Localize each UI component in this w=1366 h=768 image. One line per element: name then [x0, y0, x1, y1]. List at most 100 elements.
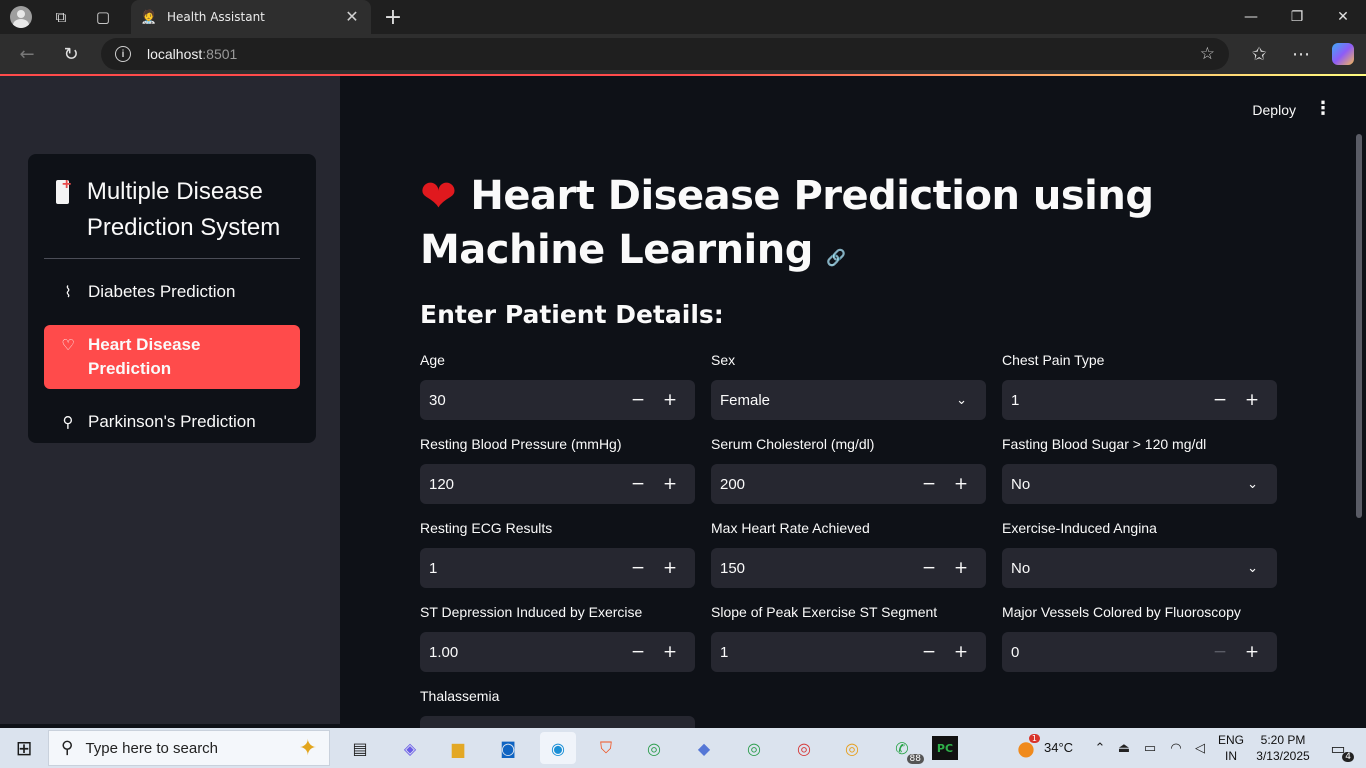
language-line-2: IN [1225, 749, 1237, 763]
decrement-icon[interactable]: − [622, 558, 654, 578]
favorites-icon[interactable]: ✩ [1244, 40, 1274, 68]
decrement-icon[interactable]: − [913, 642, 945, 662]
resting-bp-input[interactable]: 120 − + [420, 464, 695, 504]
clock[interactable]: 5:20 PM 3/13/2025 [1250, 732, 1316, 764]
tab-close-icon[interactable]: ✕ [343, 7, 361, 27]
language-indicator[interactable]: ENG IN [1214, 732, 1248, 764]
increment-icon[interactable]: + [945, 474, 977, 494]
increment-icon[interactable]: + [945, 642, 977, 662]
fasting-sugar-select[interactable]: No ⌄ [1002, 464, 1277, 504]
browser-tab-bar: ⧉ ▢ 🧑‍⚕️ Health Assistant ✕ + — ❐ ✕ [0, 0, 1366, 34]
edge-icon[interactable]: ◉ [540, 732, 576, 764]
taskbar-search[interactable]: ⚲ Type here to search ✦ [48, 730, 330, 766]
cholesterol-field: Serum Cholesterol (mg/dl) 200 − + [711, 436, 986, 504]
sidebar-item-parkinsons[interactable]: ⚲ Parkinson's Prediction [44, 397, 300, 447]
sidebar-item-diabetes[interactable]: ⌇ Diabetes Prediction [44, 267, 300, 317]
resting-ecg-field: Resting ECG Results 1 − + [420, 520, 695, 588]
field-label: Fasting Blood Sugar > 120 mg/dl [1002, 436, 1207, 452]
increment-icon[interactable]: + [654, 474, 686, 494]
show-hidden-icons-icon[interactable]: ⌃ [1088, 732, 1112, 764]
file-explorer-icon[interactable]: ▆ [440, 732, 476, 764]
browser-nav-bar: ← ↻ i localhost:8501 ☆ ✩ ⋯ [0, 34, 1366, 74]
st-depression-input[interactable]: 1.00 − + [420, 632, 695, 672]
browser-tab[interactable]: 🧑‍⚕️ Health Assistant ✕ [131, 0, 371, 34]
increment-icon[interactable]: + [654, 390, 686, 410]
microsoft365-icon[interactable]: ◆ [686, 732, 722, 764]
close-window-icon[interactable]: ✕ [1320, 0, 1366, 34]
windows-taskbar: ⊞ ⚲ Type here to search ✦ ▤ ◈ ▆ ◙ ◉ ⛉ ◎ … [0, 728, 1366, 768]
back-icon[interactable]: ← [12, 40, 42, 68]
whatsapp-badge: 88 [906, 754, 924, 764]
exercise-angina-select[interactable]: No ⌄ [1002, 548, 1277, 588]
field-label: Sex [711, 352, 736, 368]
fasting-sugar-field: Fasting Blood Sugar > 120 mg/dl No ⌄ [1002, 436, 1277, 504]
anchor-link-icon[interactable]: 🔗 [826, 248, 846, 267]
cholesterol-input[interactable]: 200 − + [711, 464, 986, 504]
usb-icon[interactable]: ⏏ [1112, 732, 1136, 764]
decrement-icon[interactable]: − [1204, 390, 1236, 410]
st-slope-input[interactable]: 1 − + [711, 632, 986, 672]
decrement-icon[interactable]: − [622, 642, 654, 662]
copilot-icon[interactable] [1328, 40, 1358, 68]
increment-icon[interactable]: + [1236, 390, 1268, 410]
new-tab-icon[interactable]: + [380, 5, 406, 30]
deploy-button[interactable]: Deploy [1252, 102, 1296, 118]
field-value: 30 [429, 391, 446, 409]
max-heart-rate-field: Max Heart Rate Achieved 150 − + [711, 520, 986, 588]
restore-icon[interactable]: ❐ [1274, 0, 1320, 34]
windows-start-icon[interactable]: ⊞ [6, 732, 42, 764]
chest-pain-input[interactable]: 1 − + [1002, 380, 1277, 420]
major-vessels-input[interactable]: 0 − + [1002, 632, 1277, 672]
task-view-icon[interactable]: ▤ [342, 732, 378, 764]
minimize-icon[interactable]: — [1228, 0, 1274, 34]
decrement-icon[interactable]: − [622, 474, 654, 494]
increment-icon[interactable]: + [654, 558, 686, 578]
sex-select[interactable]: Female ⌄ [711, 380, 986, 420]
chrome-profile-s-icon[interactable]: ◎ [736, 732, 772, 764]
outlook-icon[interactable]: ◙ [490, 732, 526, 764]
option-menu: Multiple Disease Prediction System ⌇ Dia… [28, 154, 316, 443]
tab-actions-icon[interactable]: ▢ [90, 5, 116, 29]
favorite-star-icon[interactable]: ☆ [1200, 44, 1215, 64]
chrome-profile-s3-icon[interactable]: ◎ [834, 732, 870, 764]
field-value: 1.00 [429, 643, 459, 661]
field-value: 1 [1011, 391, 1020, 409]
decrement-icon[interactable]: − [622, 390, 654, 410]
field-value: 200 [720, 475, 746, 493]
increment-icon[interactable]: + [654, 642, 686, 662]
whatsapp-icon[interactable]: ✆ 88 [884, 732, 924, 764]
workspaces-icon[interactable]: ⧉ [48, 5, 74, 29]
volume-icon[interactable]: ◁ [1188, 732, 1212, 764]
field-label: Max Heart Rate Achieved [711, 520, 870, 536]
page-title-text: Heart Disease Prediction using Machine L… [420, 173, 1154, 273]
chrome-icon[interactable]: ◎ [636, 732, 672, 764]
brave-icon[interactable]: ⛉ [588, 732, 624, 764]
chrome-profile-s2-icon[interactable]: ◎ [786, 732, 822, 764]
address-bar[interactable]: i localhost:8501 ☆ [101, 38, 1229, 70]
wifi-icon[interactable]: ◠ [1164, 732, 1188, 764]
decrement-icon[interactable]: − [913, 558, 945, 578]
sidebar-item-label: Heart Disease Prediction [88, 335, 201, 378]
max-heart-rate-input[interactable]: 150 − + [711, 548, 986, 588]
resting-ecg-input[interactable]: 1 − + [420, 548, 695, 588]
chevron-down-icon: ⌄ [956, 392, 967, 408]
increment-icon[interactable]: + [945, 558, 977, 578]
scrollbar[interactable] [1356, 134, 1362, 518]
increment-icon[interactable]: + [1236, 642, 1268, 662]
field-value: No [1011, 475, 1031, 493]
profile-avatar-icon[interactable] [8, 5, 34, 29]
st-depression-field: ST Depression Induced by Exercise 1.00 −… [420, 604, 695, 672]
weather-icon[interactable]: ● 1 [1008, 732, 1044, 764]
more-options-icon[interactable]: ⋯ [1286, 40, 1316, 68]
battery-icon[interactable]: ▭ [1138, 732, 1162, 764]
site-info-icon[interactable]: i [115, 46, 131, 62]
decrement-icon[interactable]: − [913, 474, 945, 494]
copilot-app-icon[interactable]: ◈ [392, 732, 428, 764]
notifications-icon[interactable]: ▭ 4 [1320, 732, 1356, 764]
main-menu-icon[interactable]: ⋮ [1314, 98, 1332, 119]
pycharm-icon[interactable]: PC [932, 736, 958, 760]
page-title: ❤ Heart Disease Prediction using Machine … [420, 168, 1290, 285]
sidebar-item-heart-disease[interactable]: ♡ Heart Disease Prediction [44, 325, 300, 389]
age-input[interactable]: 30 − + [420, 380, 695, 420]
reload-icon[interactable]: ↻ [56, 40, 86, 68]
